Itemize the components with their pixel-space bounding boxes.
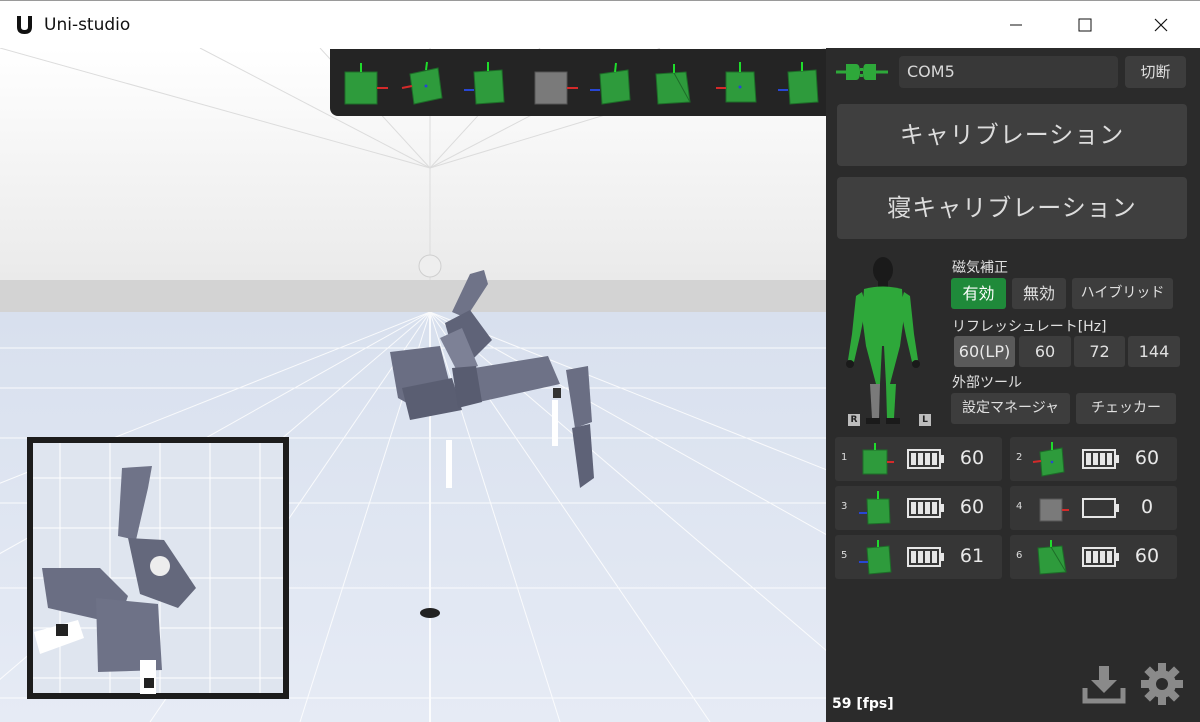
body-silhouette-icon bbox=[846, 257, 920, 424]
magnetic-enabled-button[interactable]: 有効 bbox=[951, 278, 1006, 309]
minimize-button[interactable] bbox=[993, 1, 1039, 49]
battery-empty-icon bbox=[1082, 498, 1119, 518]
close-icon bbox=[1154, 18, 1168, 32]
sensor-slot-5[interactable]: 5 61 bbox=[835, 535, 1002, 579]
magnetic-disabled-button[interactable]: 無効 bbox=[1012, 278, 1066, 309]
sensor-cube-icon bbox=[778, 62, 819, 105]
refresh-72-button[interactable]: 72 bbox=[1074, 336, 1125, 367]
horizon-band bbox=[0, 280, 826, 312]
left-side-label: L bbox=[919, 414, 931, 426]
sensor-rate: 60 bbox=[1134, 545, 1160, 567]
window-title: Uni-studio bbox=[44, 15, 131, 35]
sensor-index: 5 bbox=[841, 550, 848, 561]
sensor-rate: 60 bbox=[1134, 447, 1160, 469]
minimize-icon bbox=[1010, 24, 1022, 26]
sensor-index: 2 bbox=[1016, 452, 1023, 463]
3d-viewport[interactable] bbox=[0, 48, 826, 722]
plug-connected-icon bbox=[836, 64, 888, 80]
external-tools-label: 外部ツール bbox=[952, 375, 1022, 391]
sensor-index: 1 bbox=[841, 452, 848, 463]
fps-counter: 59 [fps] bbox=[832, 696, 894, 712]
calibration-button[interactable]: キャリブレーション bbox=[837, 104, 1187, 166]
battery-icon bbox=[907, 547, 944, 567]
sensor-cube-icon bbox=[344, 63, 388, 105]
maximize-button[interactable] bbox=[1062, 1, 1108, 49]
right-side-label: R bbox=[848, 414, 860, 426]
refresh-rate-label: リフレッシュレート[Hz] bbox=[952, 319, 1107, 335]
lying-calibration-button[interactable]: 寝キャリブレーション bbox=[837, 177, 1187, 239]
sensor-index: 6 bbox=[1016, 550, 1023, 561]
sensor-cube-icon bbox=[590, 62, 631, 105]
sensor-slot-6[interactable]: 6 60 bbox=[1010, 535, 1177, 579]
battery-icon bbox=[1082, 449, 1119, 469]
battery-icon bbox=[1082, 547, 1119, 567]
sensor-cube-icon bbox=[859, 540, 892, 575]
disconnect-button[interactable]: 切断 bbox=[1125, 56, 1186, 88]
refresh-144-button[interactable]: 144 bbox=[1128, 336, 1180, 367]
sensor-cube-icon bbox=[859, 491, 891, 525]
sensor-cube-icon bbox=[862, 443, 894, 475]
sensor-cube-icon bbox=[401, 61, 443, 105]
sensor-slot-4[interactable]: 4 0 bbox=[1010, 486, 1177, 530]
title-bar: Uni-studio bbox=[0, 0, 1200, 48]
inset-camera-view[interactable] bbox=[27, 437, 289, 699]
scene-canvas[interactable] bbox=[0, 48, 826, 722]
sensor-rate: 0 bbox=[1140, 496, 1154, 518]
gear-icon[interactable] bbox=[1140, 662, 1184, 706]
sensor-cube-icon bbox=[655, 64, 691, 105]
sensor-cube-icon bbox=[534, 71, 578, 105]
sensor-slot-2[interactable]: 2 60 bbox=[1010, 437, 1177, 481]
magnetic-hybrid-button[interactable]: ハイブリッド bbox=[1072, 278, 1173, 309]
download-icon[interactable] bbox=[1082, 664, 1126, 704]
sensor-slot-1[interactable]: 1 60 bbox=[835, 437, 1002, 481]
sensor-index: 3 bbox=[841, 501, 848, 512]
magnetic-correction-label: 磁気補正 bbox=[952, 260, 1008, 276]
sensor-rate: 60 bbox=[959, 496, 985, 518]
sensor-index: 4 bbox=[1016, 501, 1023, 512]
refresh-60-button[interactable]: 60 bbox=[1019, 336, 1071, 367]
app-logo-icon bbox=[17, 16, 32, 34]
refresh-60lp-button[interactable]: 60(LP) bbox=[954, 336, 1015, 367]
battery-icon bbox=[907, 498, 944, 518]
battery-icon bbox=[907, 449, 944, 469]
settings-manager-button[interactable]: 設定マネージャ bbox=[951, 393, 1070, 424]
sensor-slot-3[interactable]: 3 60 bbox=[835, 486, 1002, 530]
sensor-cube-icon bbox=[1039, 498, 1069, 522]
sensor-cube-icon bbox=[716, 62, 757, 103]
sensor-rate: 60 bbox=[959, 447, 985, 469]
sensor-cube-icon bbox=[464, 62, 505, 105]
sensor-rate: 61 bbox=[959, 545, 985, 567]
sensor-cube-icon bbox=[1032, 442, 1065, 477]
control-panel: COM5 切断 キャリブレーション 寝キャリブレーション R L 磁気補正 有効… bbox=[826, 48, 1200, 722]
com-port-field[interactable]: COM5 bbox=[899, 56, 1118, 88]
checker-button[interactable]: チェッカー bbox=[1076, 393, 1176, 424]
maximize-icon bbox=[1078, 18, 1092, 32]
close-button[interactable] bbox=[1138, 1, 1184, 49]
sensor-cube-icon bbox=[1037, 540, 1067, 575]
sensor-orientation-strip bbox=[330, 49, 826, 116]
